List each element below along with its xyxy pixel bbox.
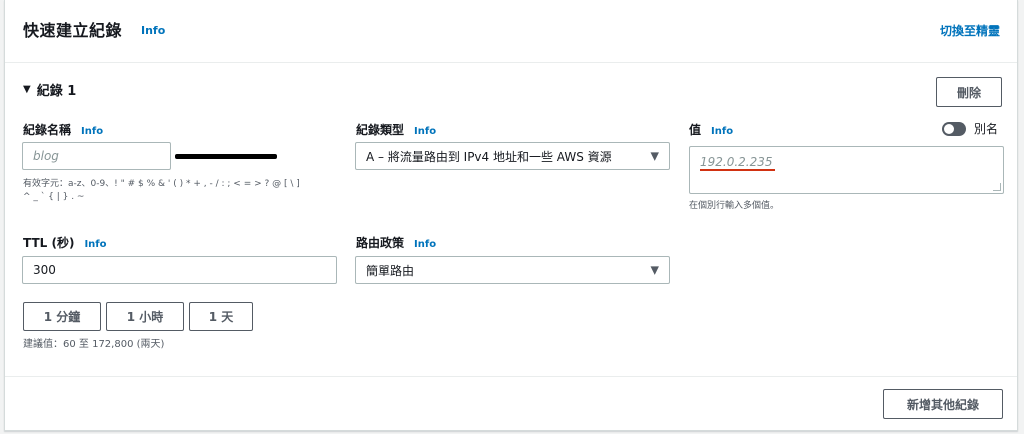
record-expander[interactable]: ▼ 紀錄 1 (23, 80, 76, 99)
ttl-label-row: TTL (秒) Info (23, 234, 107, 251)
value-label: 值 (689, 123, 702, 137)
record-name-info-link[interactable]: Info (81, 126, 103, 137)
alias-toggle[interactable] (942, 121, 966, 136)
ttl-label: TTL (秒) (23, 236, 75, 250)
switch-to-wizard-link[interactable]: 切換至精靈 (940, 22, 1000, 39)
red-underline-annotation (700, 169, 775, 171)
page-title: 快速建立紀錄 (23, 21, 123, 40)
record-name-input[interactable]: blog (22, 142, 171, 170)
record-name-hint-line2: ^ _ ` { | } . ~ (23, 192, 85, 202)
record-name-placeholder: blog (33, 149, 59, 163)
alias-label: 別名 (974, 122, 999, 136)
redacted-domain (175, 154, 277, 159)
record-type-select[interactable]: A – 將流量路由到 IPv4 地址和一些 AWS 資源 ▼ (355, 142, 670, 170)
record-type-label-row: 紀錄類型 Info (356, 121, 436, 138)
caret-down-icon: ▼ (23, 84, 31, 95)
record-name-hint-line1: 有效字元：a-z、0-9、! " # $ % & ' ( ) * + , - /… (23, 179, 300, 189)
record-name-hint: 有效字元：a-z、0-9、! " # $ % & ' ( ) * + , - /… (23, 178, 343, 204)
value-info-link[interactable]: Info (711, 126, 733, 137)
routing-policy-label-row: 路由政策 Info (356, 234, 436, 251)
ttl-1-day-button[interactable]: 1 天 (189, 302, 253, 331)
value-placeholder: 192.0.2.235 (700, 155, 773, 169)
routing-policy-label: 路由政策 (356, 236, 405, 250)
record-name-label: 紀錄名稱 (23, 123, 72, 137)
routing-policy-value: 簡單路由 (366, 263, 415, 278)
record-type-label: 紀錄類型 (356, 123, 405, 137)
add-another-record-button[interactable]: 新增其他紀錄 (883, 389, 1003, 419)
ttl-1-hour-button[interactable]: 1 小時 (106, 302, 184, 331)
routing-policy-info-link[interactable]: Info (414, 239, 436, 250)
panel-footer (5, 376, 1017, 431)
record-heading: 紀錄 1 (36, 84, 77, 99)
record-name-label-row: 紀錄名稱 Info (23, 121, 103, 138)
record-type-info-link[interactable]: Info (414, 126, 436, 137)
triangle-down-icon: ▼ (650, 263, 659, 277)
title-info-link[interactable]: Info (141, 24, 165, 37)
quick-create-panel: 快速建立紀錄 Info 切換至精靈 ▼ 紀錄 1 刪除 紀錄名稱 Info bl… (4, 0, 1018, 431)
resize-handle-icon[interactable] (993, 183, 1001, 191)
routing-policy-select[interactable]: 簡單路由 ▼ (355, 256, 670, 284)
ttl-input[interactable]: 300 (22, 256, 337, 284)
panel-header: 快速建立紀錄 Info 切換至精靈 (5, 0, 1017, 63)
record-type-value: A – 將流量路由到 IPv4 地址和一些 AWS 資源 (366, 149, 612, 164)
triangle-down-icon: ▼ (650, 149, 659, 163)
ttl-value: 300 (33, 263, 56, 277)
alias-toggle-row[interactable]: 別名 (942, 120, 998, 137)
ttl-info-link[interactable]: Info (84, 239, 106, 250)
value-label-row: 值 Info (689, 121, 733, 138)
ttl-1-minute-button[interactable]: 1 分鐘 (23, 302, 101, 331)
toggle-knob (944, 123, 954, 134)
ttl-hint: 建議值：60 至 172,800 (兩天) (23, 339, 165, 350)
delete-button[interactable]: 刪除 (936, 77, 1002, 107)
value-hint: 在個別行輸入多個值。 (689, 201, 780, 211)
